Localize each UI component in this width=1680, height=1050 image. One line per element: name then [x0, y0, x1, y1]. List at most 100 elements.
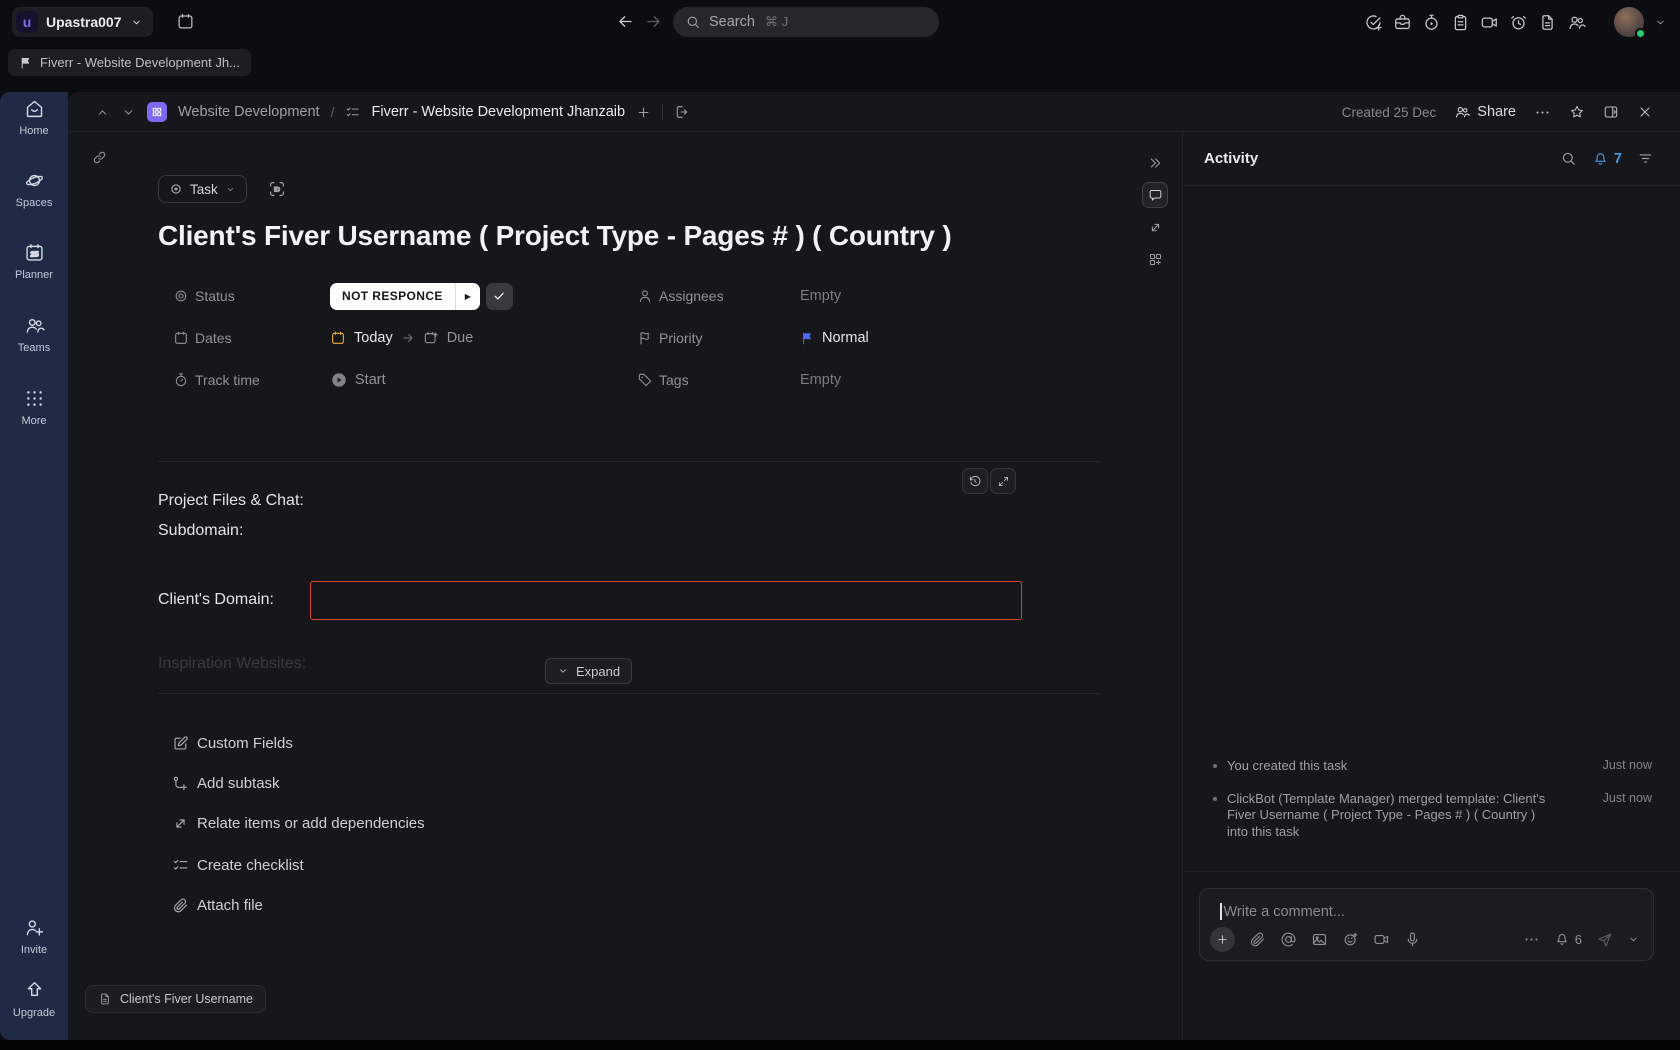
notepad-button[interactable] — [1451, 13, 1470, 32]
copy-link-icon[interactable] — [92, 150, 107, 165]
due-date-value[interactable]: Due — [447, 330, 474, 346]
comment-placeholder: Write a comment... — [1224, 904, 1345, 920]
expand-description-button[interactable]: Expand — [545, 658, 632, 684]
task-title[interactable]: Client's Fiver Username ( Project Type -… — [158, 220, 952, 252]
sidebar-item-planner[interactable]: Planner — [0, 242, 68, 281]
comment-composer[interactable]: Write a comment... 6 — [1199, 888, 1654, 961]
add-tab-icon[interactable] — [636, 105, 651, 120]
status-pill[interactable]: NOT RESPONCE ▶ — [330, 283, 480, 310]
collapse-panel-button[interactable] — [1142, 150, 1168, 176]
custom-fields-button[interactable]: Custom Fields — [172, 732, 293, 754]
paperclip-icon[interactable] — [1249, 931, 1266, 948]
complete-task-button[interactable] — [486, 283, 513, 310]
client-domain-input[interactable] — [310, 581, 1022, 620]
new-task-button[interactable] — [1364, 13, 1383, 32]
mic-icon[interactable] — [1404, 931, 1421, 948]
create-checklist-button[interactable]: Create checklist — [172, 854, 304, 876]
reminders-button[interactable] — [1509, 13, 1528, 32]
sidebar-item-home[interactable]: Home — [0, 98, 68, 137]
minimized-task-tab[interactable]: Client's Fiver Username — [85, 985, 266, 1013]
field-tags: Tags Empty — [637, 366, 841, 394]
next-status-arrow[interactable]: ▶ — [455, 283, 480, 310]
space-avatar[interactable] — [147, 102, 167, 122]
next-task-button[interactable] — [121, 105, 136, 120]
sidebar-item-label: Spaces — [16, 197, 53, 209]
prev-task-button[interactable] — [95, 105, 110, 120]
start-timer-button[interactable]: Start — [330, 371, 386, 389]
user-avatar[interactable] — [1614, 7, 1644, 37]
relate-items-button[interactable]: Relate items or add dependencies — [172, 812, 425, 834]
field-label: Priority — [637, 330, 800, 346]
comment-input[interactable]: Write a comment... — [1220, 903, 1345, 920]
add-subtask-button[interactable]: Add subtask — [172, 772, 280, 794]
start-date-value[interactable]: Today — [354, 330, 393, 346]
action-label: Attach file — [197, 897, 263, 914]
back-button[interactable] — [616, 12, 635, 31]
more-options-icon[interactable] — [1534, 104, 1551, 121]
tag-icon — [637, 372, 653, 388]
relationships-tab-button[interactable] — [1142, 214, 1168, 240]
calendar-button[interactable] — [176, 12, 195, 31]
status-value: NOT RESPONCE — [330, 283, 455, 310]
open-task-tab[interactable]: Fiverr - Website Development Jh... — [8, 49, 251, 76]
priority-value[interactable]: Normal — [800, 330, 869, 346]
record-video-icon[interactable] — [1373, 931, 1390, 948]
comments-tab-button[interactable] — [1142, 182, 1168, 208]
task-type-selector[interactable]: Task — [158, 175, 247, 203]
timer-button[interactable] — [1422, 13, 1441, 32]
add-attachment-button[interactable] — [1210, 927, 1235, 952]
activity-time: Just now — [1603, 791, 1652, 805]
pop-out-icon[interactable] — [674, 104, 690, 120]
attach-file-button[interactable]: Attach file — [172, 894, 263, 916]
reminder-count: 6 — [1575, 932, 1582, 947]
record-clip-button[interactable] — [1480, 13, 1499, 32]
start-date-icon — [330, 330, 346, 346]
favorite-star-icon[interactable] — [1569, 104, 1585, 120]
assignees-value[interactable]: Empty — [800, 288, 841, 304]
workspace-switcher[interactable]: u Upastra007 — [12, 7, 153, 37]
apps-tab-button[interactable] — [1142, 246, 1168, 272]
notifications-button[interactable]: 7 — [1592, 150, 1622, 167]
close-icon[interactable] — [1637, 104, 1653, 120]
emoji-icon[interactable] — [1342, 931, 1359, 948]
bullet — [1213, 797, 1217, 801]
comment-reminders-button[interactable]: 6 — [1554, 931, 1582, 947]
sidebar-item-more[interactable]: More — [0, 388, 68, 427]
checklist-icon — [345, 105, 360, 120]
search-icon[interactable] — [1560, 150, 1577, 167]
send-icon[interactable] — [1596, 931, 1613, 948]
people-icon — [1567, 13, 1586, 32]
filter-icon[interactable] — [1637, 150, 1654, 167]
activity-header: Activity 7 — [1183, 132, 1680, 186]
calendar-icon — [173, 330, 189, 346]
image-icon[interactable] — [1311, 931, 1328, 948]
sidebar-item-teams[interactable]: Teams — [0, 315, 68, 354]
priority-flag-icon — [800, 331, 815, 346]
task-id-button[interactable] — [268, 180, 286, 198]
divider — [158, 461, 1100, 462]
sidebar-item-invite[interactable]: Invite — [0, 917, 68, 956]
tags-value[interactable]: Empty — [800, 372, 841, 388]
sidebar-item-spaces[interactable]: Spaces — [0, 170, 68, 209]
sidebar-item-upgrade[interactable]: Upgrade — [0, 980, 68, 1019]
share-button[interactable]: Share — [1454, 104, 1516, 120]
paperclip-icon — [172, 897, 189, 914]
sidebar-item-label: More — [21, 415, 46, 427]
description-history-button[interactable] — [962, 468, 988, 494]
forward-button[interactable] — [644, 12, 663, 31]
field-assignees: Assignees Empty — [637, 282, 841, 310]
inbox-button[interactable] — [1393, 13, 1412, 32]
account-chevron-icon[interactable] — [1654, 16, 1667, 29]
mention-icon[interactable] — [1280, 931, 1297, 948]
people-button[interactable] — [1567, 13, 1586, 32]
breadcrumb-separator: / — [331, 104, 335, 120]
chevron-down-icon[interactable] — [1627, 933, 1640, 946]
more-options-icon[interactable] — [1523, 931, 1540, 948]
breadcrumb-space[interactable]: Website Development — [178, 104, 320, 120]
layout-panel-icon[interactable] — [1603, 104, 1619, 120]
sidebar-item-label: Upgrade — [13, 1007, 55, 1019]
description-expand-button[interactable] — [990, 468, 1016, 494]
activity-time: Just now — [1603, 758, 1652, 772]
docs-button[interactable] — [1538, 13, 1557, 32]
search-input[interactable]: Search ⌘ J — [673, 7, 939, 37]
